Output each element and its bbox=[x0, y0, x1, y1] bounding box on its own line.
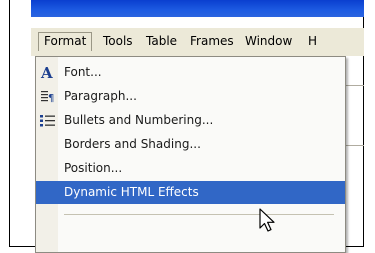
menu-help[interactable]: H bbox=[308, 34, 317, 48]
menu-bar: Format Tools Table Frames Window H bbox=[31, 28, 364, 56]
menu-separator bbox=[64, 214, 334, 215]
svg-text:¶: ¶ bbox=[48, 93, 54, 104]
menu-table[interactable]: Table bbox=[146, 34, 177, 48]
bullets-icon bbox=[40, 115, 55, 127]
window-titlebar bbox=[31, 0, 364, 17]
menu-frames[interactable]: Frames bbox=[190, 34, 234, 48]
menu-item-dynamic-html-effects[interactable]: Dynamic HTML Effects bbox=[36, 181, 345, 204]
menu-format[interactable]: Format bbox=[38, 32, 93, 51]
menu-item-bullets[interactable]: Bullets and Numbering... bbox=[36, 109, 345, 132]
font-a-icon: A bbox=[40, 64, 53, 81]
menu-item-font[interactable]: A Font... bbox=[36, 61, 345, 84]
menu-item-label: Dynamic HTML Effects bbox=[64, 185, 199, 199]
menu-item-label: Bullets and Numbering... bbox=[64, 113, 214, 127]
mouse-pointer-icon bbox=[259, 208, 275, 232]
menu-item-paragraph[interactable]: ¶ Paragraph... bbox=[36, 85, 345, 108]
svg-text:A: A bbox=[40, 64, 53, 81]
paragraph-icon: ¶ bbox=[41, 91, 54, 104]
menu-item-position[interactable]: Position... bbox=[36, 157, 345, 180]
menu-item-label: Position... bbox=[64, 161, 123, 175]
menu-window[interactable]: Window bbox=[245, 34, 292, 48]
menu-item-label: Font... bbox=[64, 65, 102, 79]
format-dropdown-menu: A Font... ¶ Paragraph... Bullets and Num… bbox=[35, 56, 346, 253]
menu-item-label: Borders and Shading... bbox=[64, 137, 201, 151]
menu-item-label: Paragraph... bbox=[64, 89, 137, 103]
menu-item-borders-shading[interactable]: Borders and Shading... bbox=[36, 133, 345, 156]
menu-tools[interactable]: Tools bbox=[103, 34, 133, 48]
